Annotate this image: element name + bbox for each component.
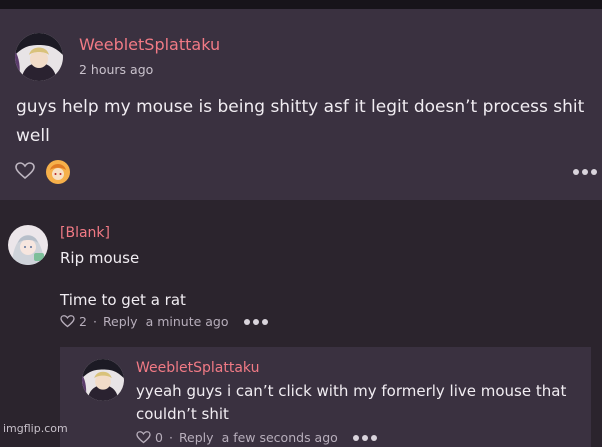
comment-like-count: 2 — [79, 314, 87, 329]
top-bar — [0, 0, 602, 9]
avatar-image — [15, 33, 63, 81]
comment-text-line-2: Time to get a rat — [60, 291, 186, 309]
reply-author-name[interactable]: WeebletSplattaku — [136, 360, 259, 376]
reply-author-avatar[interactable] — [82, 359, 124, 401]
comment-author-avatar[interactable] — [8, 225, 48, 265]
separator-dot: · — [92, 314, 97, 329]
post-text-line-1: guys help my mouse is being shitty asf i… — [16, 97, 585, 117]
comment-time: a minute ago — [145, 314, 229, 329]
comment-more-icon[interactable] — [243, 318, 268, 325]
reply-text-line-2: couldn’t shit — [136, 405, 229, 423]
comment-meta: 2 · Reply a minute ago — [60, 314, 268, 329]
comment-text-line-1: Rip mouse — [60, 249, 140, 267]
post-time: 2 hours ago — [79, 62, 154, 77]
avatar-image — [82, 359, 124, 401]
post-author-name[interactable]: WeebletSplattaku — [79, 35, 220, 54]
avatar-image — [8, 225, 48, 265]
watermark: imgflip.com — [3, 422, 68, 435]
comment-author-name[interactable]: [Blank] — [60, 225, 110, 241]
comment-reply-link[interactable]: Reply — [103, 314, 138, 329]
reaction-avatar-icon[interactable] — [46, 160, 70, 184]
heart-outline-icon[interactable] — [60, 315, 75, 328]
post-more-icon[interactable] — [573, 169, 597, 175]
post-author-avatar[interactable] — [15, 33, 63, 81]
heart-outline-icon[interactable] — [15, 162, 35, 180]
post-text-line-2: well — [16, 126, 50, 146]
